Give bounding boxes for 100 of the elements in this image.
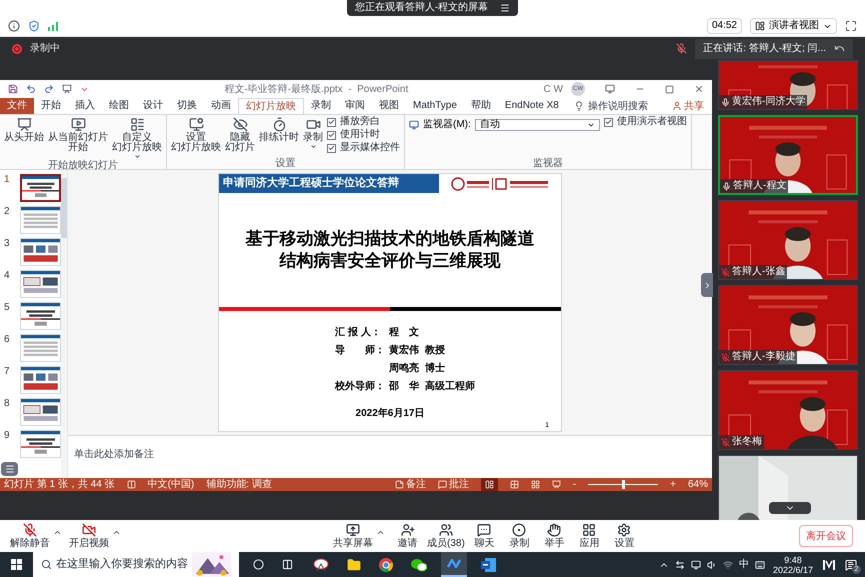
- transfer-icon[interactable]: [674, 560, 685, 570]
- fullscreen-icon[interactable]: [845, 20, 857, 32]
- notes-button[interactable]: 备注: [394, 480, 426, 490]
- chat-app-icon[interactable]: [411, 558, 427, 572]
- shield-icon[interactable]: [28, 20, 40, 32]
- toolbar-button[interactable]: 举手: [536, 523, 572, 549]
- zoom-out-button[interactable]: -: [572, 480, 576, 490]
- scroll-down-button[interactable]: [769, 502, 811, 514]
- share-button[interactable]: 共享: [672, 98, 712, 114]
- maximize-icon[interactable]: [665, 84, 674, 94]
- video-icon: [306, 117, 320, 132]
- ribbon-tab[interactable]: EndNote X8: [498, 98, 566, 114]
- toolbar-button[interactable]: 录制: [502, 523, 537, 549]
- save-icon[interactable]: [8, 84, 18, 94]
- ribbon-tab[interactable]: 切换: [170, 98, 204, 114]
- presentation-icon[interactable]: [62, 84, 72, 94]
- cortana-icon[interactable]: [253, 559, 264, 570]
- redo-icon[interactable]: [44, 84, 54, 94]
- toolbar-button[interactable]: 应用: [572, 523, 607, 549]
- ime-indicator[interactable]: 中: [738, 557, 749, 572]
- ribbon-tab[interactable]: MathType: [406, 98, 464, 114]
- video-tile[interactable]: 答辩人-程文: [718, 115, 858, 195]
- ribbon-button[interactable]: 录制: [303, 117, 323, 150]
- speaker-view-button[interactable]: 演讲者视图: [750, 18, 837, 34]
- ribbon-tab[interactable]: 绘图: [102, 98, 136, 114]
- toolbar-button[interactable]: 设置: [606, 523, 642, 549]
- snipping-app-icon[interactable]: [313, 558, 329, 572]
- toolbar-button[interactable]: 邀请: [390, 523, 425, 549]
- search-field[interactable]: 操作说明搜索: [588, 98, 648, 114]
- leave-meeting-button[interactable]: 离开会议: [799, 525, 853, 547]
- users-icon: [438, 523, 453, 537]
- toolbar-button[interactable]: 聊天: [466, 523, 502, 549]
- ribbon-tab[interactable]: 开始: [34, 98, 68, 114]
- taskbar-search-field[interactable]: 在这里输入你要搜索的内容: [33, 552, 239, 577]
- monitor-select[interactable]: 自动: [474, 118, 600, 130]
- return-icon[interactable]: [834, 43, 845, 54]
- info-label: 汇 报 人：: [335, 326, 382, 340]
- ribbon-button[interactable]: 自定义 幻灯片放映: [112, 117, 162, 160]
- toolbar-button[interactable]: 开启视频: [67, 523, 126, 549]
- undo-icon[interactable]: [26, 84, 36, 94]
- video-tile[interactable]: 黄宏伟-同济大学: [718, 60, 858, 110]
- ribbon-tab[interactable]: 文件: [0, 98, 34, 114]
- ribbon-tab[interactable]: 动画: [204, 98, 238, 114]
- expand-handle[interactable]: [701, 273, 713, 297]
- ribbon-button[interactable]: 从当前幻灯片 开始: [48, 117, 108, 153]
- notifications-icon[interactable]: [845, 558, 857, 570]
- checkbox[interactable]: [327, 130, 336, 140]
- ribbon-button[interactable]: 隐藏 幻灯片: [225, 117, 255, 153]
- ribbon-tab[interactable]: 设计: [136, 98, 170, 114]
- reading-view-icon[interactable]: [530, 480, 540, 489]
- menu-icon[interactable]: [500, 3, 510, 13]
- network-icon[interactable]: [722, 560, 733, 570]
- ribbon-button[interactable]: 排练计时: [259, 117, 299, 143]
- ribbon-tab[interactable]: 插入: [68, 98, 102, 114]
- video-tile[interactable]: 答辩人-张鑫: [718, 200, 858, 280]
- ribbon-tab[interactable]: 录制: [304, 98, 338, 114]
- taskbar-clock[interactable]: 9:48 2022/6/17: [772, 554, 813, 574]
- sorter-view-icon[interactable]: [510, 480, 519, 489]
- list-icon: [4, 464, 14, 474]
- windows-start-icon[interactable]: [11, 559, 22, 570]
- notes-field[interactable]: 单击此处添加备注: [74, 449, 154, 460]
- folder-icon[interactable]: [347, 558, 361, 572]
- toolbar-button[interactable]: 共享屏幕: [331, 523, 390, 549]
- toolbar-button[interactable]: 成员(38): [425, 523, 467, 549]
- ribbon-tab[interactable]: 审阅: [338, 98, 372, 114]
- accessibility-status[interactable]: 辅助功能: 调查: [206, 480, 272, 490]
- video-tile[interactable]: 答辩人-李毅捷: [718, 285, 858, 365]
- document-app-icon[interactable]: [481, 558, 496, 572]
- ribbon-tab[interactable]: 帮助: [464, 98, 498, 114]
- ribbon-button[interactable]: 设置 幻灯片放映: [171, 117, 221, 153]
- comments-button[interactable]: 批注: [438, 480, 469, 490]
- toolbar-button[interactable]: 解除静音: [8, 523, 67, 549]
- spellcheck-icon[interactable]: [126, 480, 136, 489]
- slide-thumbnail[interactable]: [20, 174, 61, 202]
- checkbox[interactable]: [604, 118, 613, 126]
- task-view-icon[interactable]: [282, 559, 293, 570]
- keyboard-icon[interactable]: [754, 560, 765, 570]
- tray-app-icon[interactable]: [690, 560, 701, 570]
- slideshow-icon[interactable]: [552, 480, 561, 489]
- language-status[interactable]: 中文(中国): [148, 480, 194, 490]
- caret-icon: [310, 143, 316, 150]
- floating-list-button[interactable]: [1, 462, 18, 476]
- ribbon-display-icon[interactable]: [605, 84, 615, 94]
- info-icon[interactable]: [8, 20, 20, 32]
- share-screen-icon: [346, 523, 360, 537]
- zoom-percent[interactable]: 64%: [688, 480, 708, 490]
- browser-icon[interactable]: [379, 558, 393, 572]
- ribbon-button[interactable]: 从头开始: [4, 117, 44, 143]
- checkbox[interactable]: [327, 118, 336, 126]
- meeting-app-button[interactable]: [441, 552, 467, 577]
- video-tile[interactable]: 张冬梅: [718, 370, 858, 450]
- ribbon-tab[interactable]: 幻灯片放映: [238, 98, 304, 114]
- meeting-logo-icon[interactable]: [823, 558, 835, 570]
- zoom-in-button[interactable]: +: [670, 480, 676, 490]
- zoom-thumb[interactable]: [622, 480, 626, 489]
- normal-view-button[interactable]: [480, 478, 498, 491]
- info-value: 黄宏伟 教授: [389, 344, 446, 358]
- close-icon[interactable]: [694, 84, 704, 94]
- checkbox[interactable]: [327, 144, 336, 152]
- ribbon-tab[interactable]: 视图: [372, 98, 406, 114]
